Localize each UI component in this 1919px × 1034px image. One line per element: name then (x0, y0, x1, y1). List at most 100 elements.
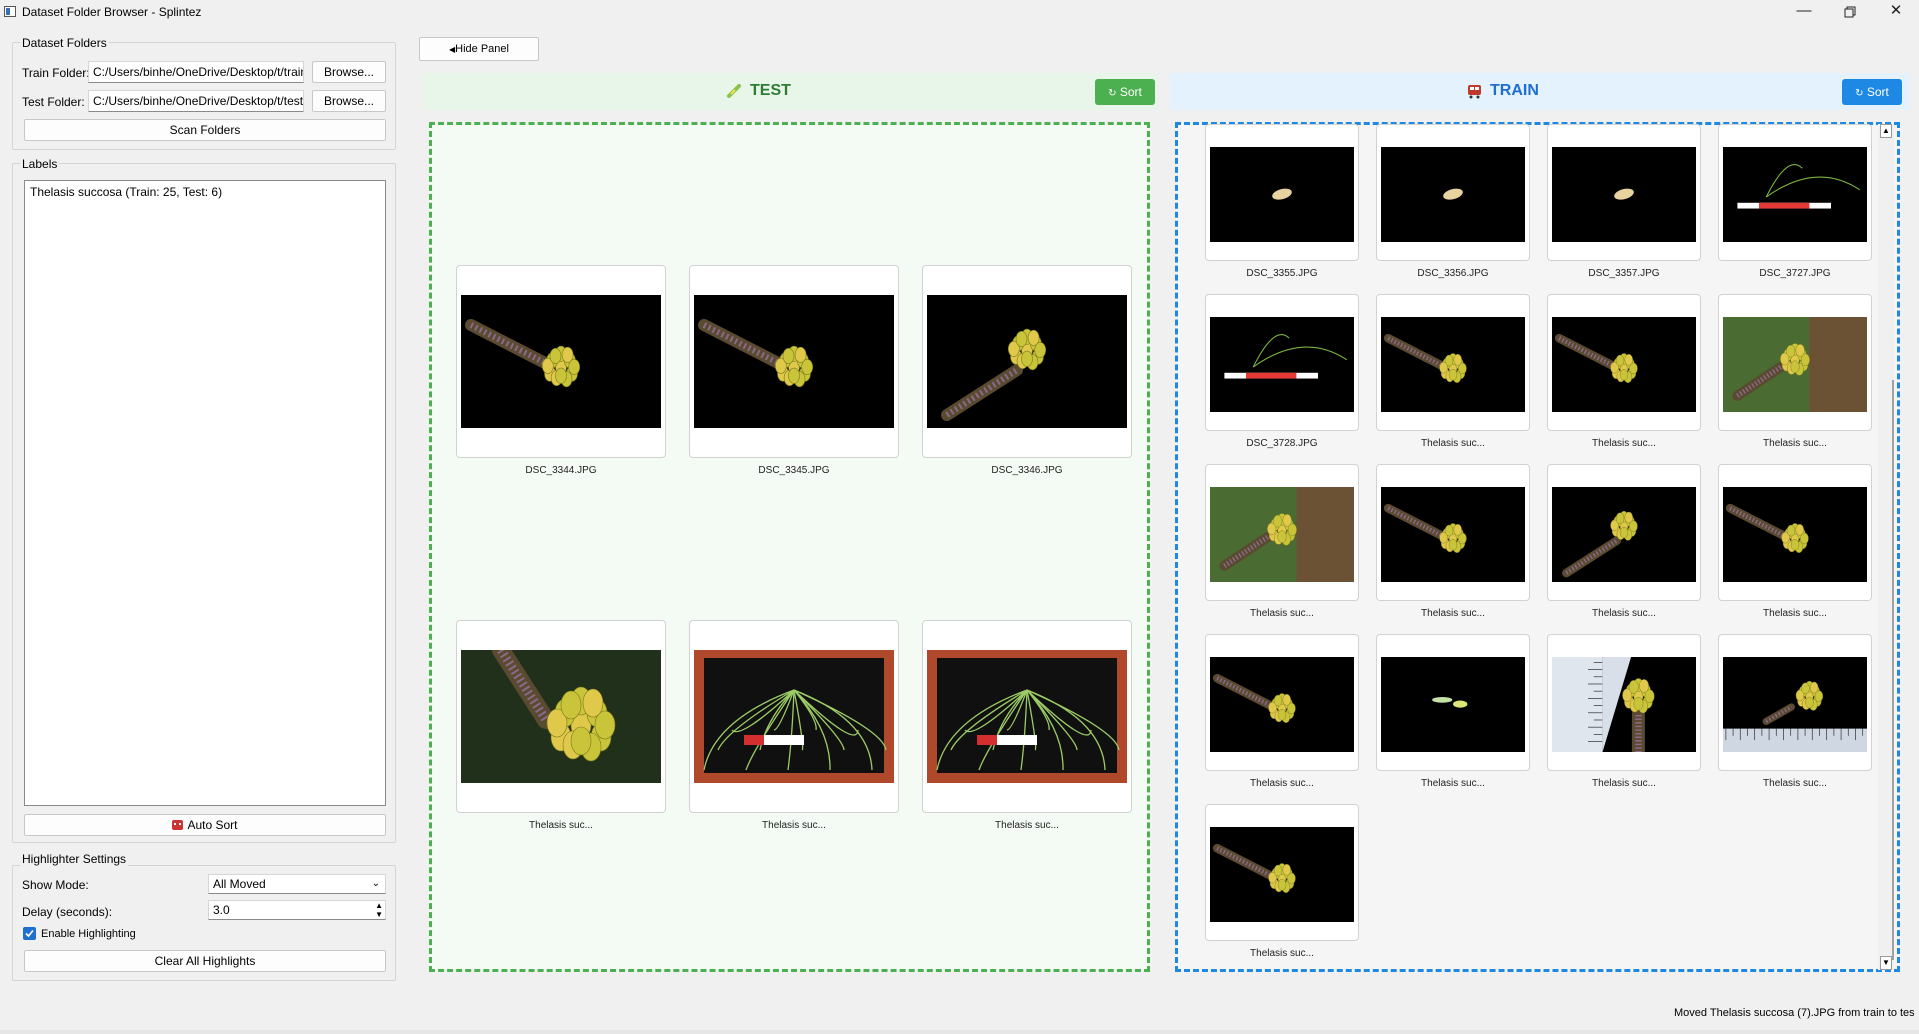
thumbnail-image (1552, 487, 1696, 582)
thumbnail-image (1210, 657, 1354, 752)
enable-highlighting-label: Enable Highlighting (41, 928, 136, 940)
thumbnail-caption: DSC_3346.JPG (991, 465, 1063, 476)
thumbnail-caption: Thelasis suc... (1763, 608, 1827, 619)
train-thumbnail-card[interactable] (1547, 124, 1701, 261)
enable-highlighting-checkbox[interactable] (23, 927, 36, 940)
train-icon (1466, 83, 1484, 99)
thumbnail-caption: DSC_3345.JPG (758, 465, 830, 476)
test-folder-input[interactable]: C:/Users/binhe/OneDrive/Desktop/t/test (88, 90, 304, 112)
train-sort-button[interactable]: ↻ Sort (1842, 79, 1902, 105)
train-thumbnail-card[interactable] (1376, 634, 1530, 771)
show-mode-select[interactable]: All Moved ⌄ (208, 874, 386, 894)
minimize-icon[interactable]: — (1781, 0, 1827, 24)
clear-highlights-button[interactable]: Clear All Highlights (24, 950, 386, 972)
test-browse-button[interactable]: Browse... (312, 90, 386, 112)
show-mode-value: All Moved (213, 877, 266, 891)
thumbnail-image (1381, 657, 1525, 752)
train-thumbnail-card[interactable] (1205, 124, 1359, 261)
thumbnail-caption: Thelasis suc... (529, 820, 593, 831)
thumbnail-image (461, 295, 661, 428)
thumbnail-image (1552, 317, 1696, 412)
train-scrollbar[interactable]: ▲ ▼ (1878, 124, 1894, 970)
test-thumbnail-card[interactable] (689, 265, 899, 458)
test-sort-button[interactable]: ↻ Sort (1095, 79, 1155, 105)
delay-value: 3.0 (213, 903, 230, 917)
thumbnail-image (927, 295, 1127, 428)
thumbnail-caption: DSC_3728.JPG (1246, 438, 1318, 449)
thumbnail-image (1723, 147, 1867, 242)
hide-panel-label: Hide Panel (455, 43, 509, 55)
thumbnail-image (1723, 487, 1867, 582)
scroll-up-icon[interactable]: ▲ (1880, 124, 1892, 138)
train-thumbnail-card[interactable] (1205, 804, 1359, 941)
train-folder-label: Train Folder: (22, 66, 90, 80)
thumbnail-caption: Thelasis suc... (1763, 438, 1827, 449)
train-browse-button[interactable]: Browse... (312, 61, 386, 83)
check-icon (25, 929, 34, 938)
restore-icon[interactable] (1827, 0, 1873, 24)
thumbnail-caption: DSC_3356.JPG (1417, 268, 1489, 279)
train-thumbnail-card[interactable] (1376, 464, 1530, 601)
highlighter-title: Highlighter Settings (20, 852, 129, 866)
thumbnail-image (461, 650, 661, 783)
labels-list[interactable]: Thelasis succosa (Train: 25, Test: 6) (24, 180, 386, 806)
thumbnail-image (1723, 317, 1867, 412)
train-thumbnail-card[interactable] (1718, 464, 1872, 601)
train-thumbnail-card[interactable] (1718, 294, 1872, 431)
app-icon (4, 6, 16, 17)
train-title: TRAIN (1490, 82, 1539, 99)
thumbnail-caption: Thelasis suc... (1763, 778, 1827, 789)
refresh-icon: ↻ (1108, 88, 1117, 99)
train-thumbnail-card[interactable] (1547, 464, 1701, 601)
thumbnail-caption: DSC_3344.JPG (525, 465, 597, 476)
label-item[interactable]: Thelasis succosa (Train: 25, Test: 6) (30, 185, 222, 199)
test-thumbnail-card[interactable] (922, 620, 1132, 813)
train-thumbnail-card[interactable] (1205, 634, 1359, 771)
test-thumbnail-card[interactable] (456, 620, 666, 813)
thumbnail-caption: Thelasis suc... (1592, 778, 1656, 789)
delay-label: Delay (seconds): (22, 905, 113, 919)
thumbnail-image (1552, 147, 1696, 242)
dataset-folders-title: Dataset Folders (20, 36, 109, 50)
title-bar: Dataset Folder Browser - Splintez — ✕ (0, 0, 1919, 24)
scan-folders-button[interactable]: Scan Folders (24, 119, 386, 141)
thumbnail-image (1381, 487, 1525, 582)
train-thumbnail-card[interactable] (1547, 294, 1701, 431)
test-drop-zone[interactable] (429, 122, 1150, 972)
thumbnail-caption: Thelasis suc... (1421, 778, 1485, 789)
train-thumbnail-card[interactable] (1376, 124, 1530, 261)
window-title: Dataset Folder Browser - Splintez (22, 5, 202, 19)
thumbnail-caption: DSC_3727.JPG (1759, 268, 1831, 279)
thumbnail-caption: Thelasis suc... (762, 820, 826, 831)
train-thumbnail-card[interactable] (1718, 634, 1872, 771)
test-header: TEST ↻ Sort (424, 73, 1156, 110)
thumbnail-caption: Thelasis suc... (1592, 608, 1656, 619)
test-thumbnail-card[interactable] (922, 265, 1132, 458)
thumbnail-image (1210, 317, 1354, 412)
test-thumbnail-card[interactable] (456, 265, 666, 458)
delay-spinbox[interactable]: 3.0 ▲ ▼ (208, 900, 386, 920)
auto-sort-button[interactable]: Auto Sort (24, 814, 386, 836)
train-thumbnail-card[interactable] (1547, 634, 1701, 771)
test-thumbnail-card[interactable] (689, 620, 899, 813)
thumbnail-image (1381, 317, 1525, 412)
status-text: Moved Thelasis succosa (7).JPG from trai… (1674, 1007, 1914, 1019)
train-thumbnail-card[interactable] (1376, 294, 1530, 431)
train-sort-label: Sort (1866, 85, 1889, 99)
scroll-down-icon[interactable]: ▼ (1880, 956, 1892, 970)
test-sort-label: Sort (1119, 85, 1142, 99)
train-thumbnail-card[interactable] (1205, 294, 1359, 431)
hide-panel-button[interactable]: ◀Hide Panel (419, 37, 539, 61)
thumbnail-caption: Thelasis suc... (1421, 438, 1485, 449)
train-folder-input[interactable]: C:/Users/binhe/OneDrive/Desktop/t/train (88, 61, 304, 83)
spin-arrows-icon[interactable]: ▲ ▼ (375, 901, 383, 919)
thumbnail-caption: DSC_3355.JPG (1246, 268, 1318, 279)
train-thumbnail-card[interactable] (1718, 124, 1872, 261)
test-folder-label: Test Folder: (22, 95, 85, 109)
thumbnail-caption: DSC_3357.JPG (1588, 268, 1660, 279)
scrollbar-thumb[interactable] (1892, 380, 1894, 960)
close-icon[interactable]: ✕ (1873, 0, 1919, 24)
status-bar (0, 1030, 1919, 1034)
train-thumbnail-card[interactable] (1205, 464, 1359, 601)
thumbnail-image (1381, 147, 1525, 242)
